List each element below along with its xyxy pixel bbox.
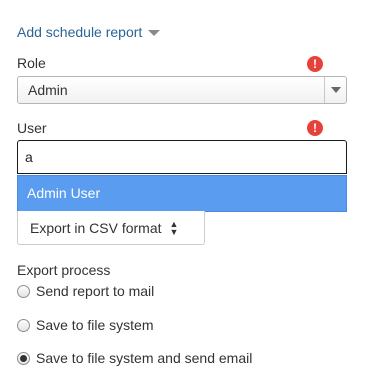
role-label: Role: [17, 55, 46, 71]
radio-icon-checked[interactable]: [17, 351, 30, 365]
radio-label: Save to file system and send email: [36, 350, 253, 366]
role-select[interactable]: Admin: [17, 76, 347, 104]
radio-icon[interactable]: [17, 318, 30, 332]
header-title[interactable]: Add schedule report: [17, 22, 142, 42]
user-label: User: [17, 120, 47, 136]
radio-send-report-to-mail[interactable]: Send report to mail: [17, 283, 154, 299]
user-suggestion-item[interactable]: Admin User: [17, 175, 347, 212]
radio-label: Send report to mail: [36, 283, 155, 299]
role-select-value: Admin: [28, 82, 68, 98]
add-schedule-report-toggle[interactable]: Add schedule report: [17, 22, 161, 42]
radio-save-to-file-system[interactable]: Save to file system: [17, 317, 154, 333]
user-input[interactable]: a: [17, 140, 347, 174]
export-format-select[interactable]: Export in CSV format ▲ ▼: [17, 211, 205, 245]
radio-save-and-send-email[interactable]: Save to file system and send email: [17, 350, 252, 366]
radio-icon[interactable]: [17, 284, 30, 298]
export-process-label: Export process: [17, 262, 111, 278]
chevron-down-icon: [330, 87, 341, 93]
export-format-value: Export in CSV format: [30, 219, 162, 236]
role-required-icon: !: [307, 56, 323, 72]
radio-label: Save to file system: [36, 317, 154, 333]
role-select-arrow[interactable]: [324, 77, 346, 103]
radio-dot: [20, 354, 27, 362]
updown-arrows-icon: ▲ ▼: [169, 218, 179, 237]
user-required-icon: !: [307, 120, 323, 136]
caret-down-icon[interactable]: [148, 30, 161, 36]
